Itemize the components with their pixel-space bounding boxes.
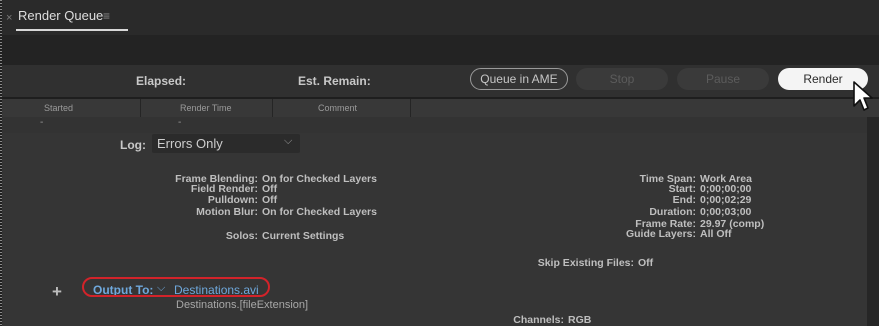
queue-in-ame-button[interactable]: Queue in AME bbox=[470, 68, 568, 90]
log-dropdown-value[interactable]: Errors Only bbox=[157, 136, 223, 151]
highlight-annotation bbox=[82, 277, 270, 297]
row-render-time-value: - bbox=[178, 117, 182, 128]
chevron-down-icon[interactable]: ⌵ bbox=[284, 135, 292, 148]
column-divider bbox=[410, 99, 411, 117]
stop-button[interactable]: Stop bbox=[576, 68, 668, 90]
solos-value: Current Settings bbox=[262, 230, 345, 242]
end-value: 0;00;02;29 bbox=[700, 194, 752, 206]
duration-value: 0;00;03;00 bbox=[700, 206, 752, 218]
panel-menu-icon[interactable]: ≡ bbox=[103, 9, 110, 23]
mouse-cursor-icon bbox=[853, 81, 873, 111]
pulldown-label: Pulldown: bbox=[207, 194, 258, 206]
vertical-scrollbar[interactable] bbox=[867, 117, 879, 326]
guide-layers-value: All Off bbox=[700, 228, 732, 240]
pause-button[interactable]: Pause bbox=[677, 68, 769, 90]
output-template-path: Destinations.[fileExtension] bbox=[176, 299, 309, 311]
column-comment[interactable]: Comment bbox=[318, 103, 357, 113]
table-row[interactable] bbox=[2, 117, 879, 133]
channels-label: Channels: bbox=[513, 314, 564, 326]
column-render-time[interactable]: Render Time bbox=[180, 103, 232, 113]
est-remain-label: Est. Remain: bbox=[298, 74, 371, 88]
channels-value: RGB bbox=[568, 314, 592, 326]
column-started[interactable]: Started bbox=[44, 103, 73, 113]
motion-blur-label: Motion Blur: bbox=[196, 206, 258, 218]
duration-label: Duration: bbox=[649, 206, 696, 218]
skip-existing-files-label: Skip Existing Files: bbox=[537, 257, 634, 269]
active-tab-indicator bbox=[16, 29, 128, 31]
column-header bbox=[2, 99, 879, 117]
plus-icon[interactable]: + bbox=[52, 282, 62, 302]
tab-render-queue[interactable]: Render Queue bbox=[18, 8, 103, 23]
column-divider bbox=[272, 99, 273, 117]
guide-layers-label: Guide Layers: bbox=[625, 228, 696, 240]
motion-blur-value: On for Checked Layers bbox=[262, 206, 377, 218]
pulldown-value: Off bbox=[262, 194, 278, 206]
render-queue-empty-area bbox=[2, 35, 879, 65]
solos-label: Solos: bbox=[225, 230, 258, 242]
end-label: End: bbox=[672, 194, 696, 206]
row-started-value: - bbox=[40, 117, 44, 128]
frame-blending-value: On for Checked Layers bbox=[262, 173, 377, 185]
skip-existing-files-value: Off bbox=[638, 257, 654, 269]
column-divider bbox=[140, 99, 141, 117]
close-icon[interactable]: × bbox=[6, 12, 12, 24]
log-label: Log: bbox=[120, 138, 146, 152]
elapsed-label: Elapsed: bbox=[136, 74, 187, 88]
tab-bar bbox=[2, 0, 879, 35]
